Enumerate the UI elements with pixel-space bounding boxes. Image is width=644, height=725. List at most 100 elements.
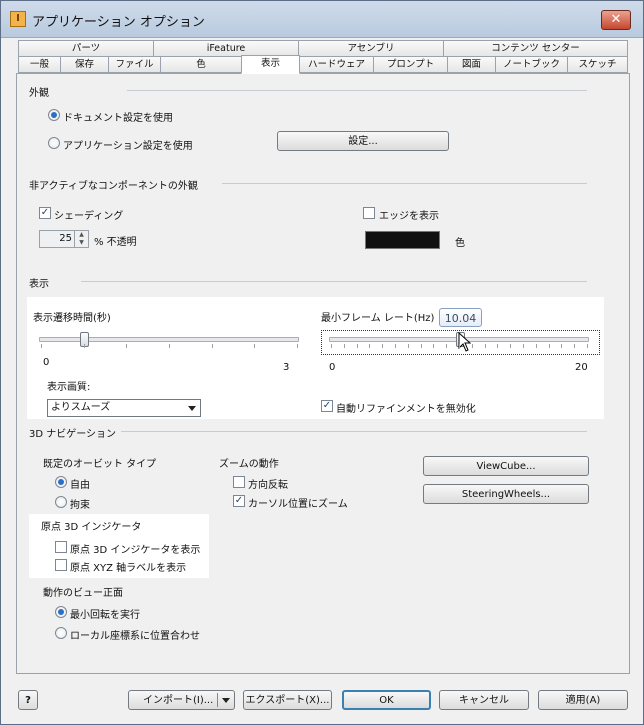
reverse-direction-checkbox[interactable] — [233, 476, 245, 488]
viewcube-button[interactable]: ViewCube... — [423, 456, 589, 476]
display-tab-panel: 外観 ドキュメント設定を使用 アプリケーション設定を使用 設定... 非アクティ… — [16, 73, 630, 674]
apply-button[interactable]: 適用(A) — [538, 690, 628, 710]
slider-tick — [369, 344, 370, 348]
slider-tick — [408, 344, 409, 348]
show-edges-checkbox[interactable] — [363, 207, 375, 219]
3d-navigation-section-title: 3D ナビゲーション — [29, 429, 117, 440]
slider-tick — [84, 344, 85, 348]
minimum-rotation-radio[interactable] — [55, 606, 67, 618]
cancel-button[interactable]: キャンセル — [439, 690, 529, 710]
slider-tick — [561, 344, 562, 348]
show-edges-label: エッジを表示 — [379, 211, 439, 222]
min-frame-rate-label: 最小フレーム レート(Hz) — [321, 313, 435, 324]
use-document-settings-radio[interactable] — [48, 109, 60, 121]
tab-display[interactable]: 表示 — [241, 55, 300, 74]
divider — [222, 183, 587, 184]
transition-min-label: 0 — [43, 357, 50, 368]
title-bar: I アプリケーション オプション ✕ — [1, 1, 643, 38]
use-document-settings-label: ドキュメント設定を使用 — [63, 113, 173, 124]
slider-tick — [433, 344, 434, 348]
slider-tick — [446, 344, 447, 348]
align-local-coords-label: ローカル座標系に位置合わせ — [70, 631, 200, 642]
show-xyz-labels-checkbox[interactable] — [55, 559, 67, 571]
help-button[interactable]: ? — [18, 690, 38, 710]
tab-part[interactable]: パーツ — [18, 40, 154, 57]
divider — [217, 693, 218, 707]
zoom-to-cursor-label: カーソル位置にズーム — [248, 499, 348, 510]
chevron-down-icon[interactable] — [222, 698, 230, 703]
slider-tick — [497, 344, 498, 348]
view-front-title: 動作のビュー正面 — [43, 588, 123, 599]
slider-tick — [382, 344, 383, 348]
edge-color-swatch[interactable] — [365, 231, 440, 249]
inactive-appearance-section-title: 非アクティブなコンポーネントの外観 — [29, 181, 198, 192]
shading-label: シェーディング — [54, 211, 124, 222]
frame-rate-max-label: 20 — [575, 362, 588, 373]
display-quality-dropdown[interactable]: よりスムーズ — [47, 399, 201, 417]
display-quality-label: 表示画質: — [47, 382, 91, 393]
appearance-section-title: 外観 — [29, 88, 49, 99]
export-button[interactable]: エクスポート(X)... — [243, 690, 332, 710]
tab-hardware[interactable]: ハードウェア — [299, 56, 374, 73]
slider-tick — [395, 344, 396, 348]
tab-assembly[interactable]: アセンブリ — [298, 40, 444, 57]
shading-checkbox[interactable]: ✓ — [39, 207, 51, 219]
frame-rate-tooltip: 10.04 — [439, 308, 482, 327]
tab-sketch[interactable]: スケッチ — [567, 56, 628, 73]
slider-tick — [357, 344, 358, 348]
tab-general[interactable]: 一般 — [18, 56, 61, 73]
window-title: アプリケーション オプション — [32, 15, 205, 30]
divider — [121, 431, 587, 432]
close-button[interactable]: ✕ — [601, 10, 631, 30]
opacity-value: 25 — [59, 233, 72, 244]
disable-auto-refinement-label: 自動リファインメントを無効化 — [336, 404, 476, 415]
default-orbit-type-title: 既定のオービット タイプ — [43, 459, 157, 470]
tab-drawing[interactable]: 図面 — [447, 56, 496, 73]
align-local-coords-radio[interactable] — [55, 627, 67, 639]
import-label: インポート(I)... — [143, 695, 214, 706]
show-origin-indicator-checkbox[interactable] — [55, 541, 67, 553]
opacity-spinner[interactable]: 25 ▲ ▼ — [39, 230, 89, 248]
slider-tick — [459, 344, 460, 348]
transition-max-label: 3 — [283, 362, 290, 373]
use-application-settings-radio[interactable] — [48, 137, 60, 149]
slider-tick — [587, 344, 588, 348]
slider-tick — [523, 344, 524, 348]
frame-rate-min-label: 0 — [329, 362, 336, 373]
slider-tick — [536, 344, 537, 348]
steeringwheels-button[interactable]: SteeringWheels... — [423, 484, 589, 504]
orbit-free-label: 自由 — [70, 480, 90, 491]
tab-save[interactable]: 保存 — [60, 56, 109, 73]
chevron-down-icon — [188, 406, 196, 411]
tab-prompts[interactable]: プロンプト — [373, 56, 448, 73]
slider-tick — [574, 344, 575, 348]
zoom-to-cursor-checkbox[interactable]: ✓ — [233, 495, 245, 507]
transition-time-label: 表示遷移時間(秒) — [33, 313, 111, 324]
slider-tick — [169, 344, 170, 348]
import-button[interactable]: インポート(I)... — [128, 690, 235, 710]
show-xyz-labels-label: 原点 XYZ 軸ラベルを表示 — [70, 563, 187, 574]
inventor-app-icon: I — [10, 11, 26, 27]
slider-tick — [126, 344, 127, 348]
tab-notebook[interactable]: ノートブック — [495, 56, 568, 73]
origin-3d-indicator-title: 原点 3D インジケータ — [41, 522, 142, 533]
display-quality-value: よりスムーズ — [51, 402, 111, 413]
show-origin-indicator-label: 原点 3D インジケータを表示 — [70, 545, 201, 556]
disable-auto-refinement-checkbox[interactable]: ✓ — [321, 400, 333, 412]
use-application-settings-label: アプリケーション設定を使用 — [63, 141, 193, 152]
reverse-direction-label: 方向反転 — [248, 480, 288, 491]
orbit-constrained-label: 拘束 — [70, 500, 90, 511]
spinner-arrows-icon[interactable]: ▲ ▼ — [74, 231, 88, 247]
orbit-free-radio[interactable] — [55, 476, 67, 488]
tab-color[interactable]: 色 — [160, 56, 242, 73]
tab-file[interactable]: ファイル — [108, 56, 161, 73]
slider-tick — [297, 344, 298, 348]
transition-time-slider-track[interactable] — [39, 337, 299, 342]
ok-button[interactable]: OK — [342, 690, 431, 710]
orbit-constrained-radio[interactable] — [55, 496, 67, 508]
tab-content-center[interactable]: コンテンツ センター — [443, 40, 628, 57]
slider-tick — [421, 344, 422, 348]
settings-button[interactable]: 設定... — [277, 131, 449, 151]
divider — [81, 281, 587, 282]
help-icon: ? — [25, 695, 31, 706]
